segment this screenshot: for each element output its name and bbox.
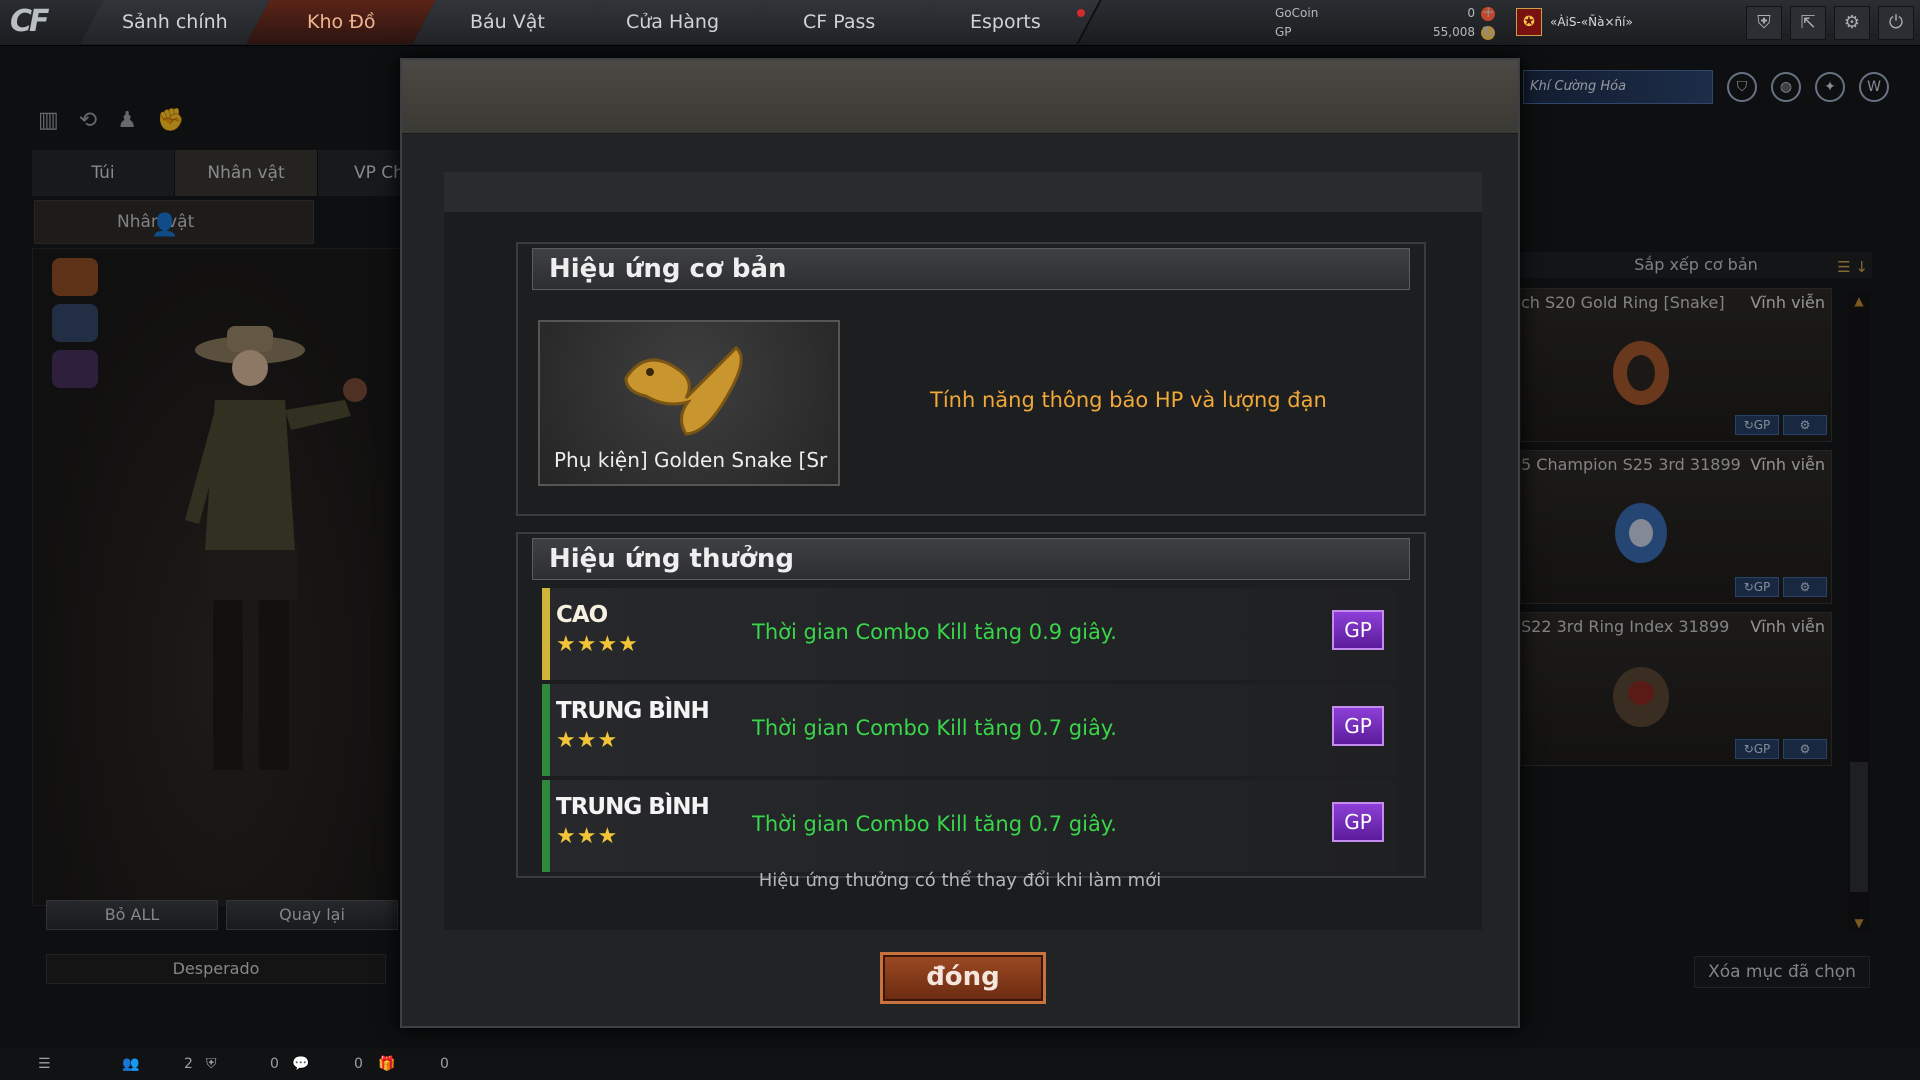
game-logo[interactable]: CF [10,4,76,42]
menu-icon[interactable]: ☰ [38,1056,51,1072]
nav-shop-label: Cửa Hàng [626,11,720,33]
nav-treasure-label: Báu Vật [469,11,545,33]
effect-text: Thời gian Combo Kill tăng 0.7 giây. [752,812,1117,836]
nav-lobby-label: Sảnh chính [122,11,228,33]
refresh-gp-icon: GP [1344,618,1372,642]
effect-row: TRUNG BÌNH ★★★ Thời gian Combo Kill tăng… [542,780,1396,872]
dialog-header [402,60,1518,134]
item-preview: Phụ kiện] Golden Snake [Sr [538,320,840,486]
nav-cf-pass-label: CF Pass [802,11,876,33]
gear-icon[interactable]: ⚙ [1834,6,1870,40]
gp-label: GP [1275,25,1292,39]
top-navigation-bar: CF Sảnh chính Kho Đồ Báu Vật Cửa Hàng CF… [0,0,1920,46]
effect-row: TRUNG BÌNH ★★★ Thời gian Combo Kill tăng… [542,684,1396,776]
refresh-currency-icon[interactable]: ↻ [1482,22,1495,42]
chat-icon[interactable]: 💬 [292,1056,309,1072]
gp-value: 55,008 [1433,25,1475,39]
clan-shield-icon[interactable]: ⛨ [206,1056,217,1072]
basic-effect-text: Tính năng thông báo HP và lượng đạn [930,388,1327,412]
effect-stars: ★★★ [556,728,619,753]
nav-esports-label: Esports [969,11,1041,33]
effect-row: CAO ★★★★ Thời gian Combo Kill tăng 0.9 g… [542,588,1396,680]
main-nav: Sảnh chính Kho Đồ Báu Vật Cửa Hàng CF Pa… [80,0,1102,44]
gocoin-label: GoCoin [1275,6,1319,20]
notification-dot [1077,9,1085,17]
refresh-effect-button[interactable]: GP [1332,706,1384,746]
nav-shop[interactable]: Cửa Hàng [578,0,770,44]
bonus-effect-section: Hiệu ứng thưởng CAO ★★★★ Thời gian Combo… [516,532,1426,878]
effect-tier: TRUNG BÌNH [556,698,710,724]
effect-tier: TRUNG BÌNH [556,794,710,820]
effect-stars: ★★★★ [556,632,639,657]
power-icon[interactable]: ⏻ [1878,6,1914,40]
nav-esports[interactable]: Esports [910,0,1102,44]
golden-snake-icon [624,346,743,436]
top-right-icons: ⛨ ⇱ ⚙ ⏻ [1746,6,1914,40]
refresh-effect-button[interactable]: GP [1332,802,1384,842]
user-profile[interactable]: ✪ «ÀiS‑«Ñà×ñí» [1516,8,1633,36]
gift-count: 0 [440,1056,449,1072]
refresh-hint: Hiệu ứng thưởng có thể thay đổi khi làm … [758,870,1162,891]
refresh-effect-button[interactable]: GP [1332,610,1384,650]
gift-icon[interactable]: 🎁 [378,1056,395,1072]
nav-inventory[interactable]: Kho Đồ [246,0,438,44]
nav-cf-pass[interactable]: CF Pass [744,0,936,44]
refresh-gp-icon: GP [1344,810,1372,834]
nav-inventory-label: Kho Đồ [306,11,376,33]
chat-count: 0 [354,1056,363,1072]
add-currency-icon[interactable]: + [1482,2,1495,22]
bonus-effect-title: Hiệu ứng thưởng [532,538,1410,580]
status-bar: ☰ 👥 2 ⛨ 0 💬 0 🎁 0 [0,1048,1920,1080]
rank-badge-icon: ✪ [1516,8,1542,36]
gocoin-value: 0 [1467,6,1475,20]
effect-text: Thời gian Combo Kill tăng 0.9 giây. [752,620,1117,644]
effect-dialog: Hiệu ứng cơ bản Phụ kiện] Golden Snake [… [400,58,1520,1028]
item-name: Phụ kiện] Golden Snake [Sr [554,448,828,472]
currency-actions: + ↻ [1482,2,1495,42]
effect-stars: ★★★ [556,824,619,849]
user-name: «ÀiS‑«Ñà×ñí» [1550,15,1633,29]
exit-door-icon[interactable]: ⇱ [1790,6,1826,40]
clan-count: 0 [270,1056,279,1072]
basic-effect-title: Hiệu ứng cơ bản [532,248,1410,290]
effect-tier: CAO [556,602,608,628]
effect-text: Thời gian Combo Kill tăng 0.7 giây. [752,716,1117,740]
close-button[interactable]: đóng [880,952,1046,1004]
shield-icon[interactable]: ⛨ [1746,6,1782,40]
friends-icon[interactable]: 👥 [122,1056,139,1072]
basic-effect-section: Hiệu ứng cơ bản Phụ kiện] Golden Snake [… [516,242,1426,516]
refresh-gp-icon: GP [1344,714,1372,738]
nav-treasure[interactable]: Báu Vật [412,0,604,44]
currency-panel: GoCoin 0 GP 55,008 [1275,4,1495,42]
friends-count: 2 [184,1056,193,1072]
nav-lobby[interactable]: Sảnh chính [80,0,272,44]
